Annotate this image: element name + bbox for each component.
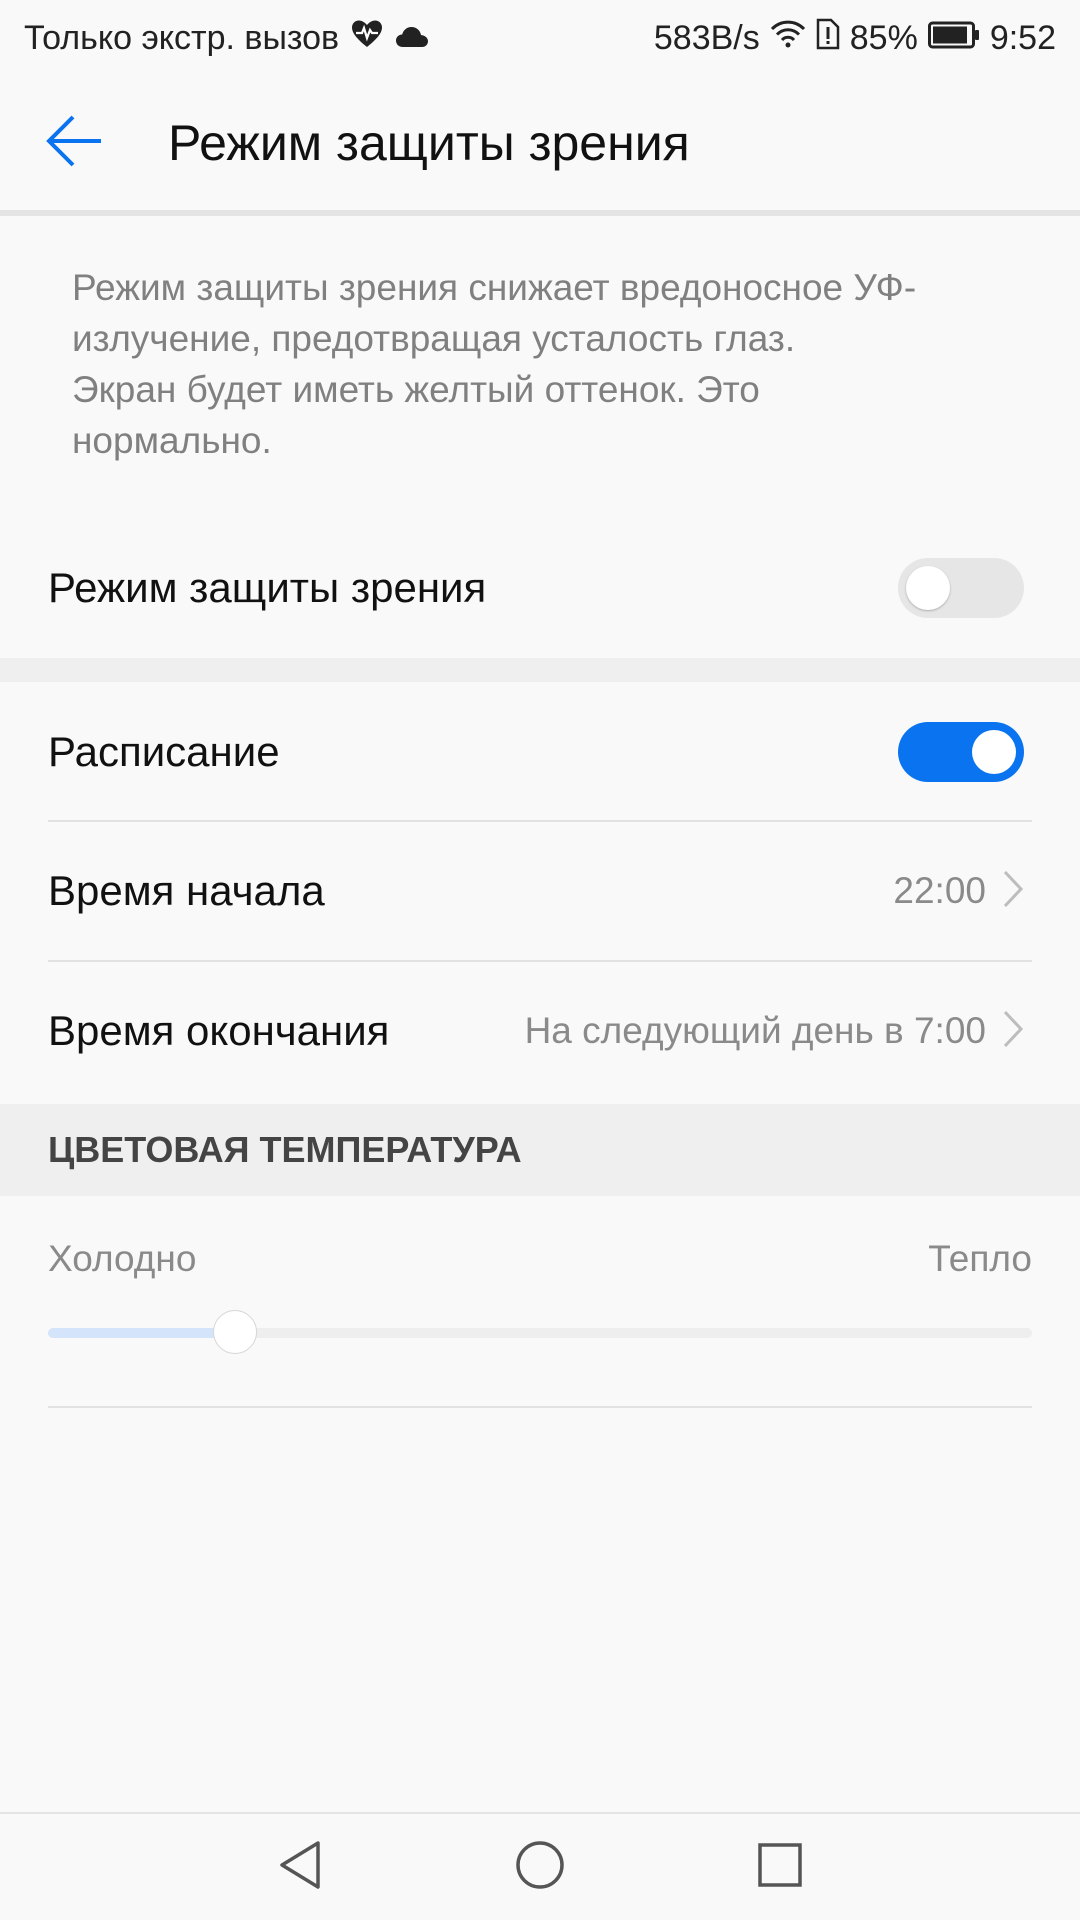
schedule-label: Расписание — [48, 728, 280, 775]
back-triangle-icon — [276, 1839, 324, 1896]
recents-square-icon — [756, 1841, 804, 1894]
app-bar-divider — [0, 210, 1080, 216]
sim-alert-icon — [816, 18, 840, 59]
clock: 9:52 — [989, 18, 1056, 57]
description-line: нормально. — [72, 420, 272, 461]
nav-recents-button[interactable] — [735, 1822, 825, 1912]
arrow-left-icon — [45, 113, 105, 174]
navigation-bar — [0, 1812, 1080, 1920]
battery-percent: 85% — [849, 18, 918, 57]
description-line: Режим защиты зрения снижает вредоносное … — [72, 267, 917, 308]
color-temperature-header: ЦВЕТОВАЯ ТЕМПЕРАТУРА — [0, 1104, 1080, 1196]
carrier-text: Только экстр. вызов — [24, 18, 340, 57]
wifi-icon — [770, 19, 806, 58]
description-line: Экран будет иметь желтый оттенок. Это — [72, 369, 760, 410]
row-divider — [48, 1406, 1032, 1408]
description-text: Режим защиты зрения снижает вредоносное … — [72, 262, 1022, 466]
end-time-row[interactable]: Время окончания На следующий день в 7:00 — [0, 962, 1080, 1100]
chevron-right-icon — [1002, 1009, 1024, 1054]
start-time-label: Время начала — [48, 867, 325, 914]
back-button[interactable] — [0, 76, 150, 210]
page-title: Режим защиты зрения — [168, 115, 690, 171]
home-circle-icon — [514, 1839, 566, 1896]
heart-pulse-icon — [351, 19, 383, 58]
start-time-row[interactable]: Время начала 22:00 — [0, 822, 1080, 960]
schedule-row[interactable]: Расписание — [0, 696, 1080, 808]
status-bar-left: Только экстр. вызов — [24, 19, 429, 58]
status-bar-right: 583B/s 85% 9:52 — [654, 18, 1056, 59]
nav-back-button[interactable] — [255, 1822, 345, 1912]
section-gap — [0, 658, 1080, 682]
cold-label: Холодно — [48, 1238, 197, 1279]
end-time-value-group: На следующий день в 7:00 — [525, 1009, 1024, 1054]
chevron-right-icon — [1002, 869, 1024, 914]
battery-icon — [927, 19, 980, 58]
warm-label: Тепло — [928, 1238, 1032, 1279]
end-time-label: Время окончания — [48, 1007, 390, 1054]
eye-mode-label: Режим защиты зрения — [48, 564, 487, 611]
switch-knob — [972, 730, 1016, 774]
start-time-value: 22:00 — [893, 870, 986, 911]
start-time-value-group: 22:00 — [893, 869, 1024, 914]
eye-mode-row[interactable]: Режим защиты зрения — [0, 532, 1080, 644]
end-time-value: На следующий день в 7:00 — [524, 1010, 986, 1051]
switch-knob — [906, 566, 950, 610]
net-speed: 583B/s — [653, 18, 760, 57]
color-temperature-slider[interactable] — [48, 1310, 1032, 1354]
slider-labels: Холодно Тепло — [48, 1238, 1032, 1280]
slider-fill — [48, 1328, 235, 1338]
cloud-icon — [395, 19, 429, 58]
section-title: ЦВЕТОВАЯ ТЕМПЕРАТУРА — [48, 1129, 522, 1170]
app-bar: Режим защиты зрения — [0, 76, 1080, 210]
status-bar: Только экстр. вызов 583B/s 85% 9:52 — [0, 0, 1080, 76]
eye-mode-switch[interactable] — [898, 558, 1024, 618]
nav-home-button[interactable] — [495, 1822, 585, 1912]
slider-thumb[interactable] — [212, 1310, 257, 1354]
description-line: излучение, предотвращая усталость глаз. — [72, 318, 796, 359]
schedule-switch[interactable] — [898, 722, 1024, 782]
